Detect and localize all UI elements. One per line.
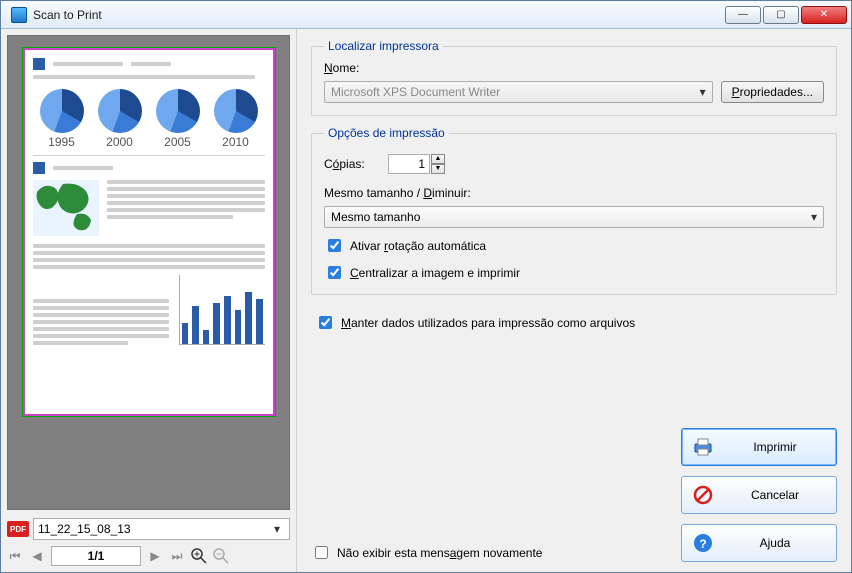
minimize-button[interactable]: — bbox=[725, 6, 761, 24]
printer-name-label: Nome: bbox=[324, 61, 359, 75]
printer-properties-button[interactable]: Propriedades... bbox=[721, 81, 824, 103]
scale-label: Mesmo tamanho / Diminuir: bbox=[324, 186, 471, 200]
bullet-icon bbox=[33, 58, 45, 70]
auto-rotate-label: Ativar rotação automática bbox=[350, 239, 486, 253]
file-selector-row: PDF 11_22_15_08_13 ▾ bbox=[7, 518, 290, 540]
world-map-icon bbox=[33, 180, 99, 236]
pie-chart-icon bbox=[214, 89, 258, 133]
text-placeholder bbox=[107, 201, 265, 205]
copies-input[interactable] bbox=[388, 154, 430, 174]
help-button[interactable]: ? Ajuda bbox=[681, 524, 837, 562]
keep-files-label: Manter dados utilizados para impressão c… bbox=[341, 316, 635, 330]
text-placeholder bbox=[107, 208, 265, 212]
print-options-legend: Opções de impressão bbox=[324, 126, 449, 140]
bullet-icon bbox=[33, 162, 45, 174]
action-buttons: Imprimir Cancelar ? Ajuda bbox=[681, 428, 837, 562]
year-label: 1995 bbox=[48, 135, 75, 149]
pie-chart-icon bbox=[156, 89, 200, 133]
copies-spinner[interactable]: ▲▼ bbox=[388, 154, 445, 174]
page-number-input[interactable] bbox=[51, 546, 141, 566]
text-placeholder bbox=[33, 75, 256, 79]
cancel-button[interactable]: Cancelar bbox=[681, 476, 837, 514]
scale-value: Mesmo tamanho bbox=[331, 210, 420, 224]
printer-name-combo[interactable]: Microsoft XPS Document Writer ▾ bbox=[324, 81, 713, 103]
titlebar[interactable]: Scan to Print — ▢ ✕ bbox=[1, 1, 851, 29]
year-label: 2010 bbox=[222, 135, 249, 149]
maximize-button[interactable]: ▢ bbox=[763, 6, 799, 24]
text-placeholder bbox=[131, 62, 171, 66]
file-name-value: 11_22_15_08_13 bbox=[38, 522, 131, 536]
spin-down-button[interactable]: ▼ bbox=[431, 164, 445, 174]
zoom-out-button[interactable] bbox=[213, 548, 229, 564]
page-nav: ⏮ ◀ ▶ ⏭ bbox=[7, 546, 290, 566]
next-page-button[interactable]: ▶ bbox=[147, 548, 163, 564]
spin-up-button[interactable]: ▲ bbox=[431, 154, 445, 164]
preview-frame: 1995 2000 2005 2010 bbox=[7, 35, 290, 510]
dont-show-again-checkbox[interactable] bbox=[315, 546, 328, 559]
svg-text:?: ? bbox=[699, 537, 706, 551]
center-image-checkbox[interactable] bbox=[328, 266, 341, 279]
scale-combo[interactable]: Mesmo tamanho ▾ bbox=[324, 206, 824, 228]
file-name-combo[interactable]: 11_22_15_08_13 ▾ bbox=[33, 518, 290, 540]
text-placeholder bbox=[53, 166, 113, 170]
pie-chart-icon bbox=[40, 89, 84, 133]
divider bbox=[33, 155, 265, 156]
help-icon: ? bbox=[692, 532, 714, 554]
preview-pane: 1995 2000 2005 2010 bbox=[1, 29, 297, 572]
chevron-down-icon[interactable]: ▾ bbox=[269, 522, 285, 536]
keep-files-checkbox[interactable] bbox=[319, 316, 332, 329]
settings-pane: Localizar impressora Nome: Microsoft XPS… bbox=[297, 29, 851, 572]
zoom-in-button[interactable] bbox=[191, 548, 207, 564]
pdf-icon: PDF bbox=[7, 521, 29, 537]
window-title: Scan to Print bbox=[33, 8, 725, 22]
text-placeholder bbox=[107, 187, 265, 191]
chevron-down-icon[interactable]: ▾ bbox=[700, 85, 706, 99]
zoom-in-icon bbox=[191, 548, 207, 564]
text-placeholder bbox=[107, 215, 233, 219]
app-icon bbox=[11, 7, 27, 23]
last-page-button[interactable]: ⏭ bbox=[169, 548, 185, 564]
first-page-button[interactable]: ⏮ bbox=[7, 548, 23, 564]
prev-page-button[interactable]: ◀ bbox=[29, 548, 45, 564]
printer-group-legend: Localizar impressora bbox=[324, 39, 443, 53]
chevron-down-icon[interactable]: ▾ bbox=[811, 210, 817, 224]
print-options-group: Opções de impressão Cópias: ▲▼ Mesmo tam… bbox=[311, 126, 837, 295]
auto-rotate-checkbox[interactable] bbox=[328, 239, 341, 252]
print-button-label: Imprimir bbox=[724, 440, 826, 454]
text-placeholder bbox=[107, 194, 265, 198]
print-button[interactable]: Imprimir bbox=[681, 428, 837, 466]
content-area: 1995 2000 2005 2010 bbox=[1, 29, 851, 572]
year-label: 2000 bbox=[106, 135, 133, 149]
year-label: 2005 bbox=[164, 135, 191, 149]
bar-chart-icon bbox=[179, 275, 265, 345]
printer-icon bbox=[692, 436, 714, 458]
zoom-out-icon bbox=[213, 548, 229, 564]
printer-group: Localizar impressora Nome: Microsoft XPS… bbox=[311, 39, 837, 116]
text-placeholder bbox=[33, 244, 265, 248]
cancel-button-label: Cancelar bbox=[724, 488, 826, 502]
help-button-label: Ajuda bbox=[724, 536, 826, 550]
copies-label: Cópias: bbox=[324, 157, 380, 171]
text-placeholder bbox=[33, 258, 265, 262]
dialog-scan-to-print: Scan to Print — ▢ ✕ bbox=[0, 0, 852, 573]
text-placeholder bbox=[33, 265, 265, 269]
text-placeholder bbox=[107, 180, 265, 184]
close-button[interactable]: ✕ bbox=[801, 6, 847, 24]
dont-show-again-label: Não exibir esta mensagem novamente bbox=[337, 546, 542, 560]
printer-name-value: Microsoft XPS Document Writer bbox=[331, 85, 500, 99]
cancel-icon bbox=[692, 484, 714, 506]
text-placeholder bbox=[33, 251, 265, 255]
text-placeholder bbox=[53, 62, 123, 66]
center-image-label: Centralizar a imagem e imprimir bbox=[350, 266, 520, 280]
pie-chart-icon bbox=[98, 89, 142, 133]
page-thumbnail[interactable]: 1995 2000 2005 2010 bbox=[23, 48, 275, 416]
